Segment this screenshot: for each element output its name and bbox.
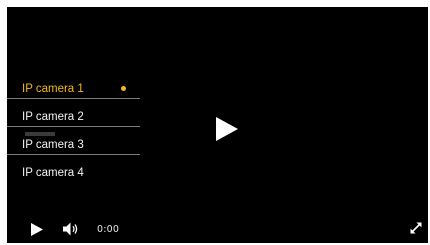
- big-play-icon[interactable]: [216, 117, 238, 141]
- divider: [7, 154, 140, 155]
- camera-label: IP camera 4: [22, 167, 84, 179]
- control-bar: 0:00: [7, 217, 428, 243]
- camera-item-2[interactable]: IP camera 2: [7, 107, 140, 135]
- active-indicator-dot: [121, 86, 126, 91]
- divider: [7, 126, 140, 127]
- fullscreen-icon[interactable]: [409, 221, 423, 235]
- volume-icon[interactable]: [63, 222, 79, 236]
- play-icon[interactable]: [31, 223, 43, 236]
- time-display: 0:00: [97, 224, 120, 235]
- video-player[interactable]: IP camera 1 IP camera 2 IP camera 3 IP c…: [7, 7, 428, 243]
- camera-label: IP camera 2: [22, 111, 84, 123]
- camera-label: IP camera 3: [22, 139, 84, 151]
- camera-item-1[interactable]: IP camera 1: [7, 79, 140, 107]
- hover-highlight: [25, 132, 55, 136]
- camera-item-3[interactable]: IP camera 3: [7, 135, 140, 163]
- camera-item-4[interactable]: IP camera 4: [7, 163, 140, 191]
- camera-label: IP camera 1: [22, 83, 84, 95]
- divider: [7, 98, 140, 99]
